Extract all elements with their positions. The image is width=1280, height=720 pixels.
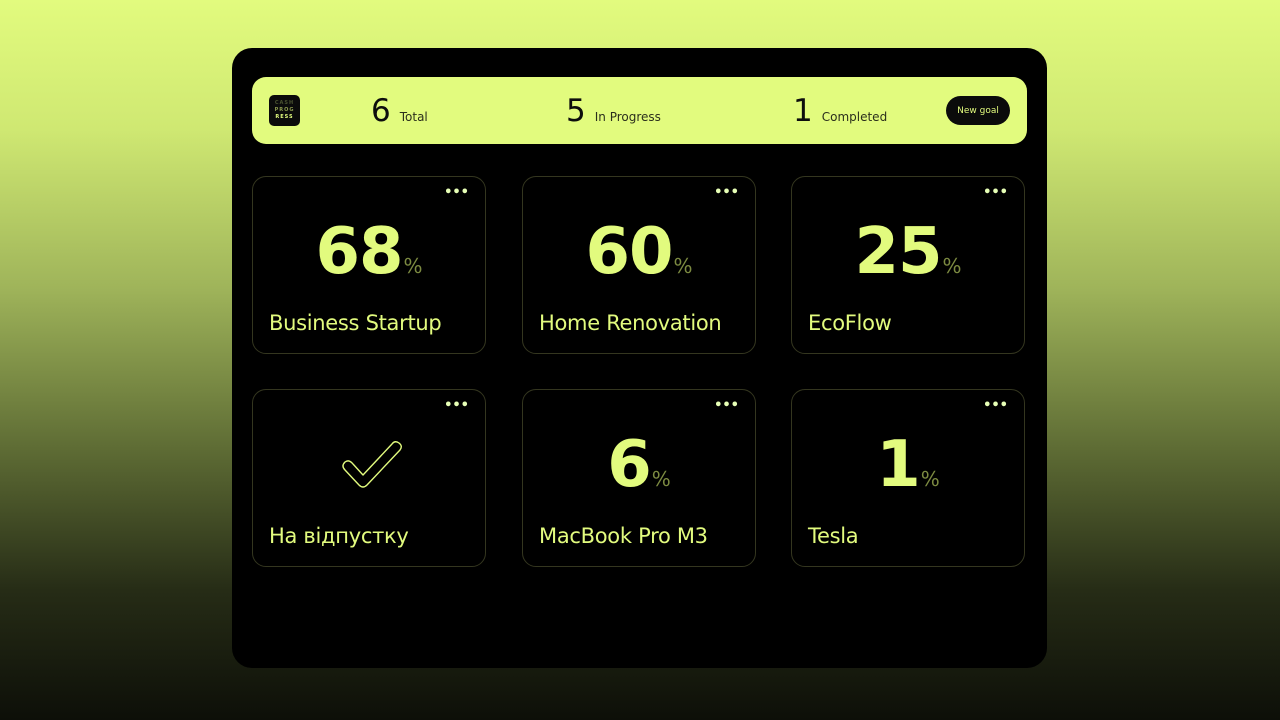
goal-progress-value: 6 [607, 428, 652, 502]
stat-total-value: 6 [371, 93, 391, 129]
goal-card-business-startup[interactable]: ••• 68 % Business Startup [252, 176, 486, 354]
stat-in-progress-value: 5 [566, 93, 586, 129]
more-options-icon[interactable]: ••• [714, 399, 739, 413]
goal-progress-value: 25 [854, 215, 942, 289]
stat-completed-value: 1 [793, 93, 813, 129]
stat-completed-label: Completed [821, 110, 888, 124]
summary-bar: CASH PROG RESS 6 Total 5 In Progress 1 C… [252, 77, 1027, 144]
checkmark-icon [342, 441, 402, 488]
goal-progress: 6 % [523, 432, 755, 498]
goal-progress: 68 % [253, 219, 485, 285]
goal-card-tesla[interactable]: ••• 1 % Tesla [791, 389, 1025, 567]
goal-progress-value: 1 [876, 428, 921, 502]
more-options-icon[interactable]: ••• [983, 186, 1008, 200]
stat-total: 6 Total [371, 93, 428, 129]
cash-progress-logo[interactable]: CASH PROG RESS [269, 95, 300, 126]
goal-name: EcoFlow [808, 311, 892, 335]
stat-in-progress: 5 In Progress [566, 93, 661, 129]
percent-sign: % [673, 254, 693, 278]
goal-name: На відпустку [269, 524, 409, 548]
goal-name: Tesla [808, 524, 859, 548]
goal-name: MacBook Pro M3 [539, 524, 708, 548]
percent-sign: % [403, 254, 423, 278]
logo-line-3: RESS [275, 114, 294, 120]
goal-progress-value: 60 [585, 215, 673, 289]
goal-card-ecoflow[interactable]: ••• 25 % EcoFlow [791, 176, 1025, 354]
goal-name: Home Renovation [539, 311, 722, 335]
goal-card-home-renovation[interactable]: ••• 60 % Home Renovation [522, 176, 756, 354]
percent-sign: % [920, 467, 940, 491]
logo-line-2: PROG [274, 107, 295, 113]
more-options-icon[interactable]: ••• [444, 186, 469, 200]
stat-completed: 1 Completed [793, 93, 887, 129]
goal-progress-value: 68 [315, 215, 403, 289]
stat-in-progress-label: In Progress [594, 110, 661, 124]
goal-card-vacation[interactable]: ••• На відпустку [252, 389, 486, 567]
percent-sign: % [942, 254, 962, 278]
goal-progress: 1 % [792, 432, 1024, 498]
goal-progress: 25 % [792, 219, 1024, 285]
stat-total-label: Total [399, 110, 428, 124]
goal-name: Business Startup [269, 311, 442, 335]
goal-progress: 60 % [523, 219, 755, 285]
goals-panel: CASH PROG RESS 6 Total 5 In Progress 1 C… [232, 48, 1047, 668]
more-options-icon[interactable]: ••• [983, 399, 1008, 413]
percent-sign: % [651, 467, 671, 491]
more-options-icon[interactable]: ••• [714, 186, 739, 200]
goal-card-macbook-pro[interactable]: ••• 6 % MacBook Pro M3 [522, 389, 756, 567]
more-options-icon[interactable]: ••• [444, 399, 469, 413]
new-goal-button[interactable]: New goal [946, 96, 1010, 125]
logo-line-1: CASH [274, 100, 295, 106]
